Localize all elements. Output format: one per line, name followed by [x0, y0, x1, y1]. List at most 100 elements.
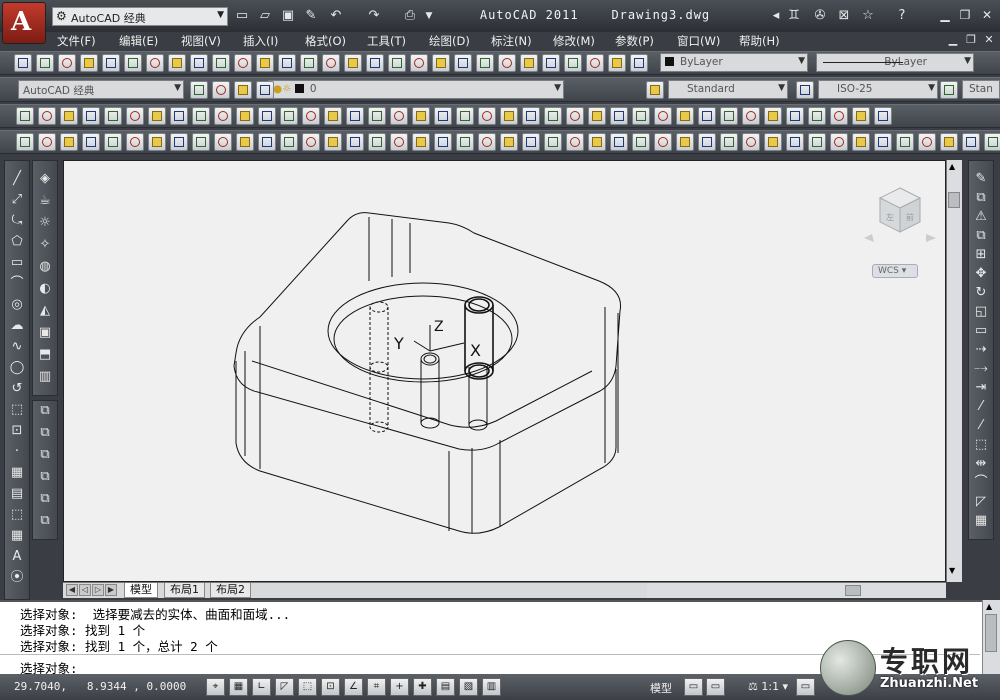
tab-layout1[interactable]: 布局1	[164, 583, 205, 598]
modify-tool-button[interactable]: ⚠	[971, 208, 991, 226]
modeling-tool-button[interactable]	[148, 107, 166, 125]
drafting-toggle-button[interactable]: ⬚	[298, 678, 317, 696]
solid-edit-tool-button[interactable]	[588, 133, 606, 151]
standard-tool-button[interactable]	[322, 54, 340, 72]
plot-icon[interactable]: ⎙	[402, 8, 418, 24]
draw-tool-button[interactable]: ⊡	[7, 422, 27, 440]
modeling-tool-button[interactable]	[412, 107, 430, 125]
draw-tool-button[interactable]: ◯	[7, 359, 27, 377]
modeling-tool-button[interactable]	[60, 107, 78, 125]
standard-tool-button[interactable]	[432, 54, 450, 72]
draw-tool-button[interactable]: ☁	[7, 317, 27, 335]
draw-tool-button[interactable]: ⤿	[7, 212, 27, 230]
modeling-tool-button[interactable]	[610, 107, 628, 125]
tab-first-icon[interactable]: ◀	[66, 584, 78, 596]
standard-tool-button[interactable]	[542, 54, 560, 72]
draw-tool-button[interactable]: ∿	[7, 338, 27, 356]
dim-style-button[interactable]	[796, 81, 814, 99]
command-scrollbar[interactable]: ▲	[982, 600, 1000, 674]
layer-tool-button[interactable]	[190, 81, 208, 99]
standard-tool-button[interactable]	[300, 54, 318, 72]
communication-icon[interactable]: ⊠	[836, 8, 852, 24]
modeling-tool-button[interactable]	[588, 107, 606, 125]
solid-edit-tool-button[interactable]	[896, 133, 914, 151]
command-scroll-thumb[interactable]	[985, 614, 997, 652]
ucs-tool-button[interactable]: ⧉	[35, 468, 55, 486]
linetype-control[interactable]: ByLayer ▼	[816, 53, 974, 72]
draw-tool-button[interactable]: ↺	[7, 380, 27, 398]
draw-tool-button[interactable]: A	[7, 548, 27, 566]
modeling-tool-button[interactable]	[38, 107, 56, 125]
solid-edit-tool-button[interactable]	[500, 133, 518, 151]
modeling-tool-button[interactable]	[830, 107, 848, 125]
scroll-down-icon[interactable]: ▼	[949, 566, 959, 576]
tab-layout2[interactable]: 布局2	[210, 583, 251, 598]
menu-view[interactable]: 视图(V)	[181, 33, 221, 49]
modeling-tool-button[interactable]	[874, 107, 892, 125]
solid-edit-tool-button[interactable]	[808, 133, 826, 151]
modeling-tool-button[interactable]	[192, 107, 210, 125]
drafting-toggle-button[interactable]: ⌗	[367, 678, 386, 696]
solid-edit-tool-button[interactable]	[104, 133, 122, 151]
standard-tool-button[interactable]	[476, 54, 494, 72]
standard-tool-button[interactable]	[80, 54, 98, 72]
modeling-tool-button[interactable]	[16, 107, 34, 125]
drafting-toggle-button[interactable]: ⌖	[206, 678, 225, 696]
solid-edit-tool-button[interactable]	[60, 133, 78, 151]
standard-tool-button[interactable]	[278, 54, 296, 72]
coordinate-readout[interactable]: 29.7040, 8.9344 , 0.0000	[14, 680, 186, 693]
modeling-tool-button[interactable]	[236, 107, 254, 125]
draw-tool-button[interactable]: ▤	[7, 485, 27, 503]
drafting-toggle-button[interactable]: ▧	[459, 678, 478, 696]
standard-tool-button[interactable]	[102, 54, 120, 72]
save-icon[interactable]: ▣	[280, 8, 296, 24]
ucs-tool-button[interactable]: ⧉	[35, 490, 55, 508]
draw-tool-button[interactable]: ⬚	[7, 506, 27, 524]
modify-tool-button[interactable]: ▦	[971, 512, 991, 530]
application-menu-button[interactable]: A	[2, 2, 46, 44]
modify-tool-button[interactable]: ◱	[971, 303, 991, 321]
redo-icon[interactable]: ↷	[366, 8, 382, 24]
modeling-tool-button[interactable]	[808, 107, 826, 125]
solid-edit-tool-button[interactable]	[874, 133, 892, 151]
solid-edit-tool-button[interactable]	[302, 133, 320, 151]
modeling-tool-button[interactable]	[456, 107, 474, 125]
render-tool-button[interactable]: ▣	[35, 324, 55, 342]
standard-tool-button[interactable]	[410, 54, 428, 72]
modeling-tool-button[interactable]	[390, 107, 408, 125]
solid-edit-tool-button[interactable]	[16, 133, 34, 151]
render-tool-button[interactable]: ◈	[35, 170, 55, 188]
standard-tool-button[interactable]	[256, 54, 274, 72]
menu-parametric[interactable]: 参数(P)	[615, 33, 654, 49]
draw-tool-button[interactable]: ╱	[7, 170, 27, 188]
solid-edit-tool-button[interactable]	[434, 133, 452, 151]
solid-edit-tool-button[interactable]	[368, 133, 386, 151]
modeling-tool-button[interactable]	[544, 107, 562, 125]
modeling-tool-button[interactable]	[500, 107, 518, 125]
favorites-star-icon[interactable]: ☆	[860, 8, 876, 24]
standard-tool-button[interactable]	[190, 54, 208, 72]
menu-window[interactable]: 窗口(W)	[677, 33, 720, 49]
modify-tool-button[interactable]: ✥	[971, 265, 991, 283]
solid-edit-tool-button[interactable]	[522, 133, 540, 151]
doc-minimize-icon[interactable]: ▁	[946, 33, 960, 46]
drafting-toggle-button[interactable]: ▥	[482, 678, 501, 696]
solid-edit-tool-button[interactable]	[192, 133, 210, 151]
solid-edit-tool-button[interactable]	[962, 133, 980, 151]
render-tool-button[interactable]: ☼	[35, 214, 55, 232]
drafting-toggle-button[interactable]: ⊡	[321, 678, 340, 696]
modify-tool-button[interactable]: ⇥	[971, 379, 991, 397]
standard-tool-button[interactable]	[168, 54, 186, 72]
solid-edit-tool-button[interactable]	[280, 133, 298, 151]
workspace-switcher[interactable]: ⚙ AutoCAD 经典 ▼	[52, 7, 228, 26]
table-style-control[interactable]: Stan	[962, 80, 1000, 99]
modeling-tool-button[interactable]	[280, 107, 298, 125]
standard-tool-button[interactable]	[14, 54, 32, 72]
model-space-button[interactable]: 模型	[650, 680, 672, 696]
menu-insert[interactable]: 插入(I)	[243, 33, 278, 49]
menu-format[interactable]: 格式(O)	[305, 33, 346, 49]
menu-draw[interactable]: 绘图(D)	[429, 33, 470, 49]
render-tool-button[interactable]: ⬒	[35, 346, 55, 364]
solid-edit-tool-button[interactable]	[38, 133, 56, 151]
render-tool-button[interactable]: ☕	[35, 192, 55, 210]
